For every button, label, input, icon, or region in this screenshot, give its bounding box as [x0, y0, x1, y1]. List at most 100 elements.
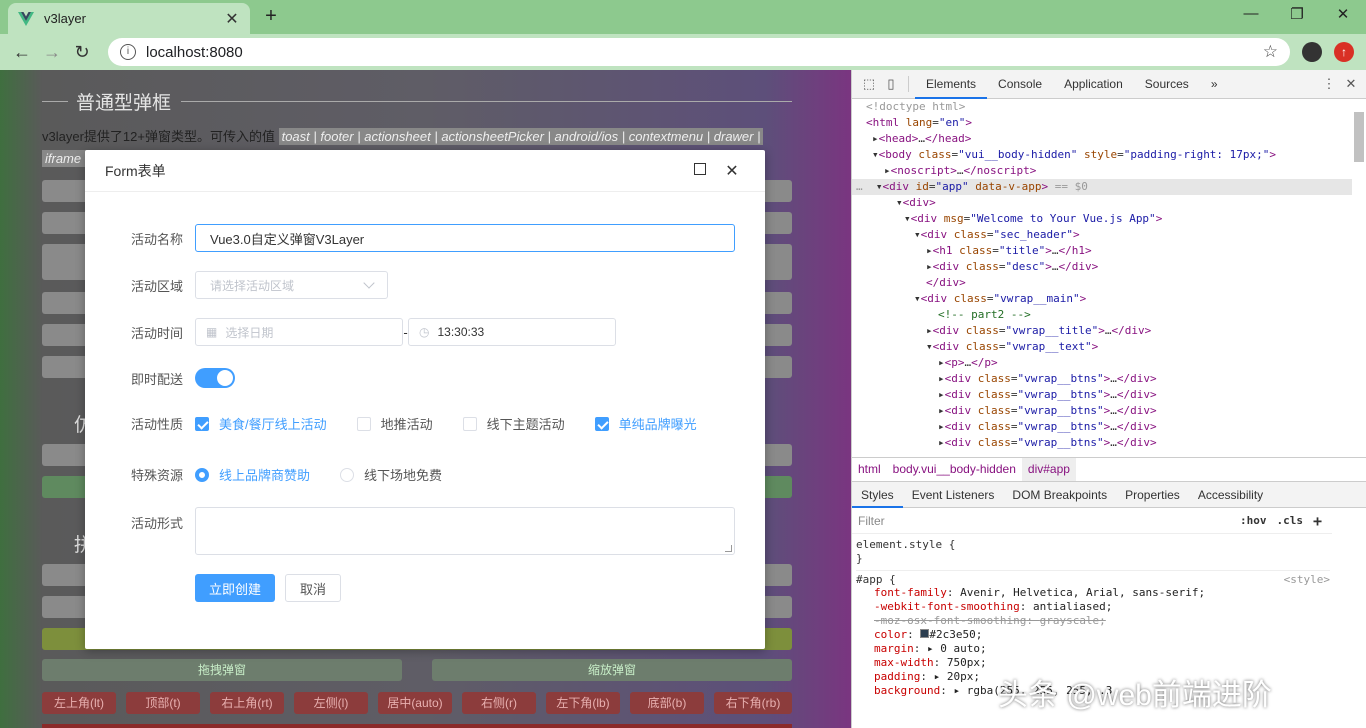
- delivery-switch[interactable]: [195, 368, 235, 388]
- field-label: 活动时间: [130, 325, 183, 341]
- tab-accessibility[interactable]: Accessibility: [1189, 482, 1272, 508]
- pos-t-button[interactable]: 顶部(t): [126, 692, 200, 714]
- dom-node[interactable]: ▸<noscript>…</noscript>: [852, 163, 1352, 179]
- tab-properties[interactable]: Properties: [1116, 482, 1189, 508]
- kebab-menu-icon[interactable]: ⋮: [1318, 76, 1340, 92]
- dom-node[interactable]: <!doctype html>: [852, 99, 1352, 115]
- rule-selector[interactable]: #app {: [856, 573, 1284, 586]
- tab-dom-breakpoints[interactable]: DOM Breakpoints: [1003, 482, 1116, 508]
- css-property-overridden[interactable]: -moz-osx-font-smoothing: grayscale;: [856, 614, 1330, 628]
- dom-node[interactable]: ▸<p>…</p>: [852, 355, 1352, 371]
- rule-source[interactable]: <style>: [1284, 573, 1330, 586]
- dom-node[interactable]: <html lang="en">: [852, 115, 1352, 131]
- hov-toggle[interactable]: :hov: [1240, 514, 1267, 527]
- new-tab-button[interactable]: +: [260, 5, 282, 28]
- pos-auto-button[interactable]: 居中(auto): [378, 692, 452, 714]
- checkbox-brand-exposure[interactable]: 单纯品牌曝光: [594, 414, 697, 433]
- css-property[interactable]: font-family: Avenir, Helvetica, Arial, s…: [856, 586, 1330, 600]
- pos-r-button[interactable]: 右侧(r): [462, 692, 536, 714]
- pos-b-button[interactable]: 底部(b): [630, 692, 704, 714]
- cancel-button[interactable]: 取消: [285, 574, 341, 602]
- dom-node[interactable]: ▸<div class="vwrap__btns">…</div>: [852, 435, 1352, 451]
- css-property[interactable]: max-width: 750px;: [856, 656, 1330, 670]
- drag-dialog-button[interactable]: 拖拽弹窗: [42, 659, 402, 681]
- tab-application[interactable]: Application: [1053, 70, 1134, 99]
- devtools-tabs: ⬚ ▯ Elements Console Application Sources…: [852, 70, 1366, 99]
- pos-lt-button[interactable]: 左上角(lt): [42, 692, 116, 714]
- element-style-rule[interactable]: element.style {: [856, 538, 1330, 552]
- crumb-app[interactable]: div#app: [1021, 458, 1076, 481]
- demo-button[interactable]: [42, 724, 792, 728]
- dom-node[interactable]: ▾<div class="sec_header">: [852, 227, 1352, 243]
- css-property[interactable]: margin: ▸ 0 auto;: [856, 642, 1330, 656]
- cls-toggle[interactable]: .cls: [1276, 514, 1303, 527]
- tab-event-listeners[interactable]: Event Listeners: [903, 482, 1004, 508]
- dom-node[interactable]: ▸<div class="vwrap__btns">…</div>: [852, 387, 1352, 403]
- devtools-panel: ⬚ ▯ Elements Console Application Sources…: [851, 70, 1366, 728]
- dom-node[interactable]: ▾<body class="vui__body-hidden" style="p…: [852, 147, 1352, 163]
- update-icon[interactable]: ↑: [1334, 42, 1354, 62]
- activity-name-input[interactable]: Vue3.0自定义弹窗V3Layer: [195, 224, 735, 252]
- css-property[interactable]: color: #2c3e50;: [856, 628, 1330, 642]
- crumb-html[interactable]: html: [852, 458, 887, 481]
- rule-close: }: [856, 552, 863, 565]
- radio-online-sponsor[interactable]: 线上品牌商赞助: [195, 465, 310, 484]
- dom-comment[interactable]: <!-- part2 -->: [852, 307, 1352, 323]
- dom-node[interactable]: ▸<head>…</head>: [852, 131, 1352, 147]
- dom-node[interactable]: ▾<div>: [852, 195, 1352, 211]
- activity-form-textarea[interactable]: [195, 507, 735, 555]
- new-rule-button[interactable]: +: [1313, 512, 1322, 530]
- dom-node[interactable]: ▾<div msg="Welcome to Your Vue.js App">: [852, 211, 1352, 227]
- bookmark-star-icon[interactable]: ☆: [1263, 42, 1278, 62]
- dom-node[interactable]: </div>: [852, 275, 1352, 291]
- crumb-body[interactable]: body.vui__body-hidden: [887, 458, 1022, 481]
- device-toggle-icon[interactable]: ▯: [880, 76, 902, 92]
- date-picker[interactable]: ▦ 选择日期: [195, 318, 403, 346]
- tab-styles[interactable]: Styles: [852, 482, 903, 508]
- filter-input[interactable]: Filter: [852, 514, 1240, 528]
- pos-rb-button[interactable]: 右下角(rb): [714, 692, 792, 714]
- tab-elements[interactable]: Elements: [915, 70, 988, 99]
- close-devtools-icon[interactable]: ✕: [1340, 76, 1362, 92]
- dom-node[interactable]: ▸<div class="vwrap__title">…</div>: [852, 323, 1352, 339]
- profile-avatar-icon[interactable]: [1302, 42, 1322, 62]
- close-icon[interactable]: ✕: [719, 161, 745, 181]
- checkbox-offline-theme[interactable]: 线下主题活动: [462, 414, 565, 433]
- region-select[interactable]: 请选择活动区域: [195, 271, 388, 299]
- tab-sources[interactable]: Sources: [1134, 70, 1200, 99]
- dom-node[interactable]: ▸<div class="vwrap__btns">…</div>: [852, 371, 1352, 387]
- reload-icon[interactable]: ↻: [67, 42, 97, 63]
- close-window-button[interactable]: ✕: [1328, 5, 1358, 23]
- info-icon[interactable]: i: [120, 44, 136, 60]
- zoom-dialog-button[interactable]: 缩放弹窗: [432, 659, 792, 681]
- radio-offline-venue[interactable]: 线下场地免费: [340, 465, 442, 484]
- radio-circle: [340, 467, 355, 482]
- dom-node-selected[interactable]: … ▾<div id="app" data-v-app> == $0: [852, 179, 1352, 195]
- inspect-icon[interactable]: ⬚: [858, 76, 880, 92]
- dom-node[interactable]: ▸<div class="desc">…</div>: [852, 259, 1352, 275]
- tab-close-icon[interactable]: ✕: [224, 9, 240, 29]
- browser-tab[interactable]: v3layer ✕: [8, 3, 250, 34]
- checkbox-food-online[interactable]: 美食/餐厅线上活动: [195, 414, 327, 433]
- minimize-button[interactable]: —: [1236, 5, 1266, 22]
- submit-button[interactable]: 立即创建: [195, 574, 275, 602]
- restore-button[interactable]: ❐: [1282, 5, 1312, 23]
- address-bar[interactable]: i localhost:8080 ☆: [108, 38, 1290, 66]
- tab-console[interactable]: Console: [987, 70, 1053, 99]
- dom-node[interactable]: ▸<h1 class="title">…</h1>: [852, 243, 1352, 259]
- dom-node[interactable]: ▸<div class="vwrap__btns">…</div>: [852, 403, 1352, 419]
- pos-rt-button[interactable]: 右上角(rt): [210, 692, 284, 714]
- pos-l-button[interactable]: 左侧(l): [294, 692, 368, 714]
- back-arrow-icon[interactable]: ←: [7, 42, 37, 63]
- pos-lb-button[interactable]: 左下角(lb): [546, 692, 620, 714]
- time-picker[interactable]: ◷ 13:30:33: [408, 318, 616, 346]
- maximize-icon[interactable]: [687, 162, 713, 180]
- dom-node[interactable]: ▸<div class="vwrap__btns">…</div>: [852, 419, 1352, 435]
- css-property[interactable]: -webkit-font-smoothing: antialiased;: [856, 600, 1330, 614]
- scrollbar-thumb[interactable]: [1354, 112, 1364, 162]
- dom-node[interactable]: ▾<div class="vwrap__main">: [852, 291, 1352, 307]
- checkbox-ground-promo[interactable]: 地推活动: [356, 414, 433, 433]
- more-tabs-icon[interactable]: »: [1200, 70, 1229, 99]
- forward-arrow-icon[interactable]: →: [37, 42, 67, 63]
- dom-node[interactable]: ▾<div class="vwrap__text">: [852, 339, 1352, 355]
